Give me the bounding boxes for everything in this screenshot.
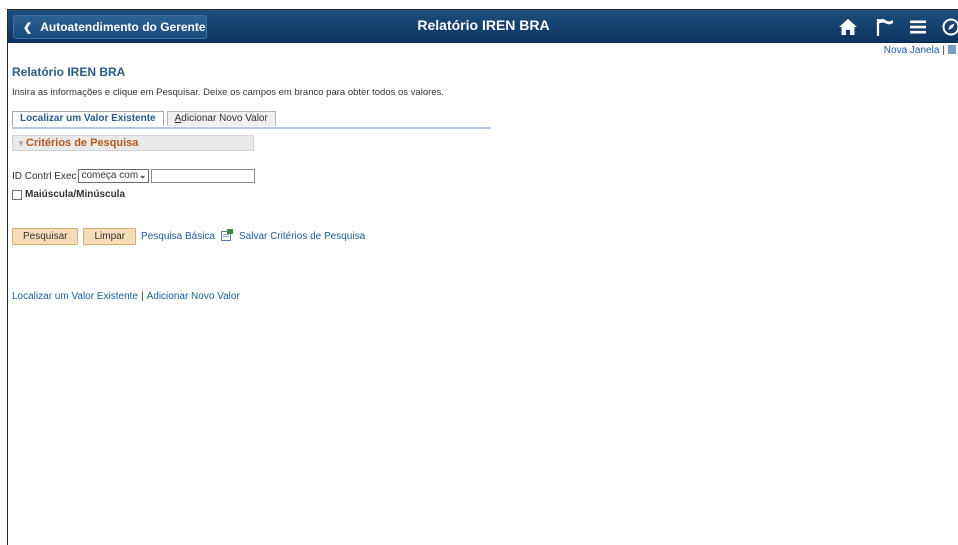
basic-search-link[interactable]: Pesquisa Básica (141, 231, 215, 242)
search-button[interactable]: Pesquisar (12, 228, 79, 245)
tab-find-existing-label: Localizar um Valor Existente (20, 113, 156, 124)
id-field-label: ID Contrl Exec (12, 170, 77, 182)
chevron-down-icon: ⌄ (138, 170, 147, 180)
operator-select[interactable]: começa com ⌄ (78, 169, 150, 183)
search-criteria-label: Critérios de Pesquisa (25, 137, 139, 149)
tab-add-new-label: dicionar Novo Valor (181, 113, 268, 124)
add-new-link[interactable]: Adicionar Novo Valor (147, 291, 240, 302)
flag-icon[interactable] (874, 16, 896, 38)
find-existing-link[interactable]: Localizar um Valor Existente (12, 291, 138, 302)
page-frame: ❮ Autoatendimento do Gerente Relatório I… (7, 9, 958, 545)
save-search-icon[interactable] (220, 228, 233, 241)
new-window-link[interactable]: Nova Janela (884, 45, 940, 56)
top-links-separator: | (942, 45, 945, 56)
clear-button[interactable]: Limpar (83, 228, 137, 245)
top-links: Nova Janela | (884, 45, 956, 56)
page-title: Relatório IREN BRA (12, 65, 126, 79)
save-criteria-link[interactable]: Salvar Critérios de Pesquisa (239, 231, 365, 242)
home-icon[interactable] (837, 16, 859, 38)
page-header-title: Relatório IREN BRA (417, 17, 550, 33)
case-sensitive-label: Maiúscula/Minúscula (25, 189, 126, 200)
navbar-icon[interactable] (940, 16, 958, 38)
collapse-triangle-icon: ▼ (17, 139, 25, 148)
tab-underline (12, 127, 491, 129)
id-field-row: ID Contrl Exec começa com ⌄ (12, 169, 256, 183)
case-sensitive-checkbox[interactable] (12, 189, 22, 200)
help-icon[interactable] (948, 45, 956, 54)
search-criteria-header[interactable]: ▼Critérios de Pesquisa (12, 135, 254, 151)
header-banner: ❮ Autoatendimento do Gerente Relatório I… (8, 10, 958, 43)
tab-bar: Localizar um Valor Existente Adicionar N… (12, 111, 279, 127)
bottom-links-separator: | (140, 291, 144, 302)
case-sensitive-row: Maiúscula/Minúscula (12, 189, 125, 200)
id-value-input[interactable] (151, 169, 256, 183)
search-actions: Pesquisar Limpar Pesquisa Básica Salvar … (12, 228, 365, 245)
tab-find-existing[interactable]: Localizar um Valor Existente (12, 111, 164, 126)
instructions-text: Insira as informações e clique em Pesqui… (12, 87, 444, 98)
bottom-links: Localizar um Valor Existente | Adicionar N… (12, 291, 240, 302)
menu-icon[interactable] (907, 16, 929, 38)
operator-select-value: começa com (81, 170, 139, 181)
tab-add-new[interactable]: Adicionar Novo Valor (166, 111, 276, 126)
